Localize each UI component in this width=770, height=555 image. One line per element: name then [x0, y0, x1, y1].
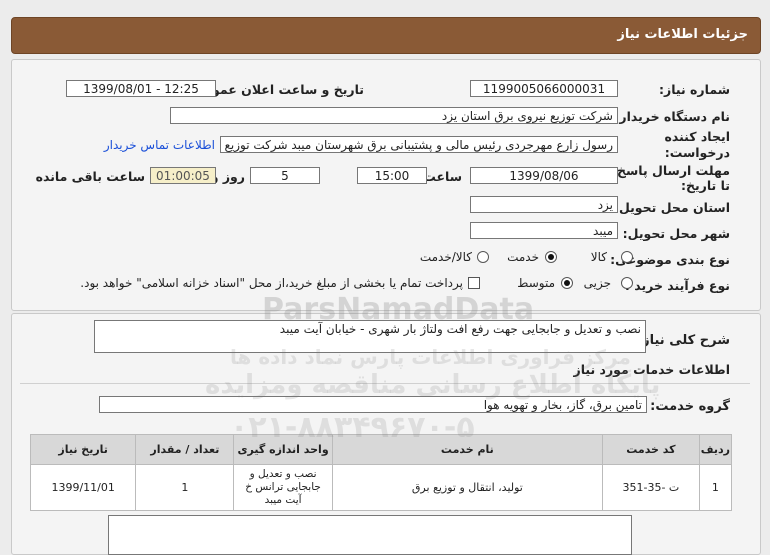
process-minor-radio[interactable] [621, 277, 633, 289]
category-service-label: خدمت [507, 250, 539, 264]
process-minor-label: جزیی [583, 276, 611, 290]
cell-row-no: 1 [698, 464, 733, 511]
remaining-time-label: ساعت باقی مانده [35, 169, 145, 184]
deadline-date-field: 1399/08/06 [470, 167, 618, 184]
process-medium-label: متوسط [517, 276, 555, 290]
category-service-radio[interactable] [545, 251, 557, 263]
creator-label-line2: درخواست: [664, 145, 730, 160]
service-group-label: گروه خدمت: [650, 399, 730, 414]
section-divider [20, 383, 750, 384]
category-goods-label: کالا [590, 250, 607, 264]
table-row: 1 ت -35-351 تولید، انتقال و توزیع برق نص… [29, 464, 733, 511]
cell-service-name: تولید، انتقال و توزیع برق [331, 464, 604, 511]
cell-service-code: ت -35-351 [602, 464, 700, 511]
deadline-label-line2: تا تاریخ: [680, 178, 730, 193]
service-group-field: تامین برق، گاز، بخار و تهویه هوا [99, 396, 647, 413]
need-number-label: شماره نیاز: [659, 82, 730, 97]
col-header-need-date: تاریخ نیاز [29, 434, 137, 465]
creator-label-line1: ایجاد کننده [664, 129, 730, 144]
process-medium-radio[interactable] [561, 277, 573, 289]
process-label: نوع فرآیند خرید : [624, 278, 730, 293]
province-field: یزد [470, 196, 618, 213]
page-title: جزئیات اطلاعات نیاز [617, 27, 748, 42]
city-field: میبد [470, 222, 618, 239]
services-section-title: اطلاعات خدمات مورد نیاز [573, 362, 731, 377]
table-header-row: ردیف کد خدمت نام خدمت واحد اندازه گیری ت… [29, 434, 733, 465]
services-table: ردیف کد خدمت نام خدمت واحد اندازه گیری ت… [29, 434, 733, 511]
days-remaining-field: 5 [250, 167, 320, 184]
treasury-payment-checkbox[interactable] [468, 277, 480, 289]
col-header-unit: واحد اندازه گیری [233, 434, 333, 465]
col-header-quantity: تعداد / مقدار [135, 434, 235, 465]
cell-quantity: 1 [135, 464, 235, 511]
need-number-field: 1199005066000031 [470, 80, 618, 97]
category-goods-service-label: کالا/خدمت [419, 250, 472, 264]
announce-date-field: 1399/08/01 - 12:25 [66, 80, 216, 97]
deadline-time-label: ساعت [423, 169, 462, 184]
deadline-time-field: 15:00 [357, 167, 427, 184]
deadline-label-line1: مهلت ارسال پاسخ: [611, 163, 730, 178]
cell-unit: نصب و تعدیل و جابجایی ترانس خ آیت میبد [233, 464, 333, 511]
treasury-payment-text: پرداخت تمام یا بخشی از مبلغ خرید،از محل … [80, 276, 463, 290]
category-goods-service-radio[interactable] [477, 251, 489, 263]
col-header-service-code: کد خدمت [602, 434, 700, 465]
category-goods-radio[interactable] [621, 251, 633, 263]
notes-field [108, 515, 632, 555]
col-header-row-no: ردیف [698, 434, 733, 465]
remaining-time-field: 01:00:05 [150, 167, 216, 184]
buyer-field: شرکت توزیع نیروی برق استان یزد [170, 107, 618, 124]
creator-field: رسول زارع مهرجردی رئیس مالی و پشتیبانی ب… [220, 136, 618, 153]
col-header-service-name: نام خدمت [331, 434, 604, 465]
buyer-contact-link[interactable]: اطلاعات تماس خریدار [104, 138, 215, 152]
summary-field: نصب و تعدیل و جابجایی جهت رفع افت ولتاژ … [94, 320, 646, 353]
city-label: شهر محل تحویل: [622, 226, 730, 241]
cell-need-date: 1399/11/01 [29, 464, 137, 511]
buyer-label: نام دستگاه خریدار: [614, 109, 730, 124]
page-header: جزئیات اطلاعات نیاز [11, 17, 761, 54]
province-label: استان محل تحویل: [613, 200, 730, 215]
summary-label: شرح کلی نیاز: [636, 333, 730, 348]
